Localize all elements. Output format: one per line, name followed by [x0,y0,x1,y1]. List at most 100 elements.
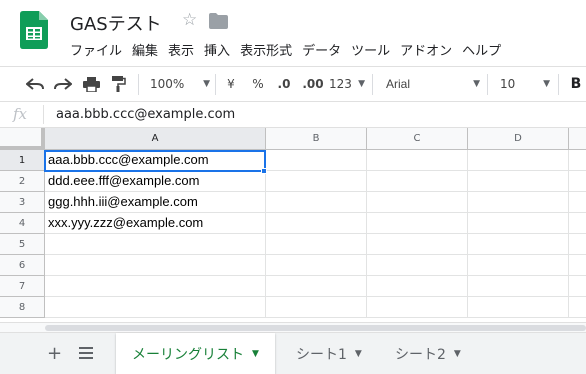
menu-format[interactable]: 表示形式 [240,40,292,59]
cell-e5[interactable] [569,234,586,255]
paint-format-button[interactable] [106,67,132,101]
folder-icon[interactable] [209,13,228,29]
cell-c6[interactable] [367,255,468,276]
cell-d3[interactable] [468,192,569,213]
column-header-e[interactable] [569,128,586,150]
sheet-tab-label: メーリングリスト [132,346,244,363]
row-header-1[interactable]: 1 [0,150,45,171]
cell-a5[interactable] [45,234,266,255]
row-header-4[interactable]: 4 [0,213,45,234]
cell-b2[interactable] [266,171,367,192]
cell-c8[interactable] [367,297,468,318]
row-header-5[interactable]: 5 [0,234,45,255]
cell-e6[interactable] [569,255,586,276]
scrollbar-thumb[interactable] [45,325,586,331]
menu-file[interactable]: ファイル [70,40,122,59]
menu-help[interactable]: ヘルプ [462,40,501,59]
column-header-b[interactable]: B [266,128,367,150]
add-sheet-icon[interactable]: + [47,343,62,364]
row-header-2[interactable]: 2 [0,171,45,192]
currency-format-button[interactable]: ¥ [222,67,240,101]
cell-a4[interactable]: xxx.yyy.zzz@example.com [45,213,266,234]
cell-d1[interactable] [468,150,569,171]
select-all-corner[interactable] [0,128,45,150]
cell-d5[interactable] [468,234,569,255]
chevron-down-icon[interactable]: ▼ [252,349,259,359]
row-header-7[interactable]: 7 [0,276,45,297]
sheets-logo-icon[interactable] [20,11,48,49]
sheet-tab-sheet2[interactable]: シート2 ▼ [381,333,475,374]
font-size-select[interactable]: 10 ▼ [500,67,550,101]
cell-a6[interactable] [45,255,266,276]
decrease-decimal-button[interactable]: .0 [272,67,296,101]
cell-e1[interactable] [569,150,586,171]
cell-d7[interactable] [468,276,569,297]
all-sheets-icon[interactable] [79,346,93,360]
sheet-tab-sheet1[interactable]: シート1 ▼ [282,333,376,374]
cell-b7[interactable] [266,276,367,297]
cell-b4[interactable] [266,213,367,234]
row-header-3[interactable]: 3 [0,192,45,213]
font-family-select[interactable]: Arial ▼ [386,67,480,101]
print-button[interactable] [78,67,104,101]
column-header-c[interactable]: C [367,128,468,150]
cell-d2[interactable] [468,171,569,192]
print-icon [82,76,100,92]
document-title[interactable]: GASテスト [70,10,162,36]
cell-e8[interactable] [569,297,586,318]
cell-d6[interactable] [468,255,569,276]
redo-button[interactable] [50,67,76,101]
zoom-select[interactable]: 100% ▼ [150,67,210,101]
header: GASテスト ☆ ファイル 編集 表示 挿入 表示形式 データ ツール アドオン… [0,0,586,66]
cell-e2[interactable] [569,171,586,192]
cell-c5[interactable] [367,234,468,255]
cell-a3[interactable]: ggg.hhh.iii@example.com [45,192,266,213]
sheet-tab-mailing-list[interactable]: メーリングリスト ▼ [116,333,275,374]
more-formats-label: 123 [329,77,352,91]
cell-c4[interactable] [367,213,468,234]
cell-e3[interactable] [569,192,586,213]
menu-edit[interactable]: 編集 [132,40,158,59]
fill-handle[interactable] [261,168,267,174]
increase-decimal-button[interactable]: .00 [300,67,326,101]
star-icon[interactable]: ☆ [182,10,197,30]
cell-a2[interactable]: ddd.eee.fff@example.com [45,171,266,192]
cell-e7[interactable] [569,276,586,297]
cell-d4[interactable] [468,213,569,234]
cell-b5[interactable] [266,234,367,255]
chevron-down-icon[interactable]: ▼ [454,349,461,359]
more-formats-select[interactable]: 123 ▼ [329,67,365,101]
cell-b6[interactable] [266,255,367,276]
horizontal-scrollbar[interactable] [0,322,586,332]
chevron-down-icon[interactable]: ▼ [355,349,362,359]
cell-a8[interactable] [45,297,266,318]
decrease-decimal-label: .0 [277,77,291,91]
row-header-6[interactable]: 6 [0,255,45,276]
increase-decimal-label: .00 [302,77,324,91]
menu-view[interactable]: 表示 [168,40,194,59]
percent-format-button[interactable]: % [249,67,267,101]
bold-button[interactable]: B [568,67,584,101]
cell-b3[interactable] [266,192,367,213]
cell-b8[interactable] [266,297,367,318]
formula-input[interactable]: aaa.bbb.ccc@example.com [56,107,235,122]
undo-button[interactable] [22,67,48,101]
cell-a1[interactable]: aaa.bbb.ccc@example.com [45,150,266,171]
cell-c7[interactable] [367,276,468,297]
cell-d8[interactable] [468,297,569,318]
cell-a7[interactable] [45,276,266,297]
cell-c3[interactable] [367,192,468,213]
menu-tools[interactable]: ツール [351,40,390,59]
menu-insert[interactable]: 挿入 [204,40,230,59]
cell-e4[interactable] [569,213,586,234]
chevron-down-icon: ▼ [543,79,550,89]
column-header-d[interactable]: D [468,128,569,150]
cell-b1[interactable] [266,150,367,171]
row-header-8[interactable]: 8 [0,297,45,318]
cell-c1[interactable] [367,150,468,171]
menu-data[interactable]: データ [302,40,341,59]
cell-c2[interactable] [367,171,468,192]
menu-addons[interactable]: アドオン [400,40,452,59]
chevron-down-icon: ▼ [203,79,210,89]
column-header-a[interactable]: A [45,128,266,150]
